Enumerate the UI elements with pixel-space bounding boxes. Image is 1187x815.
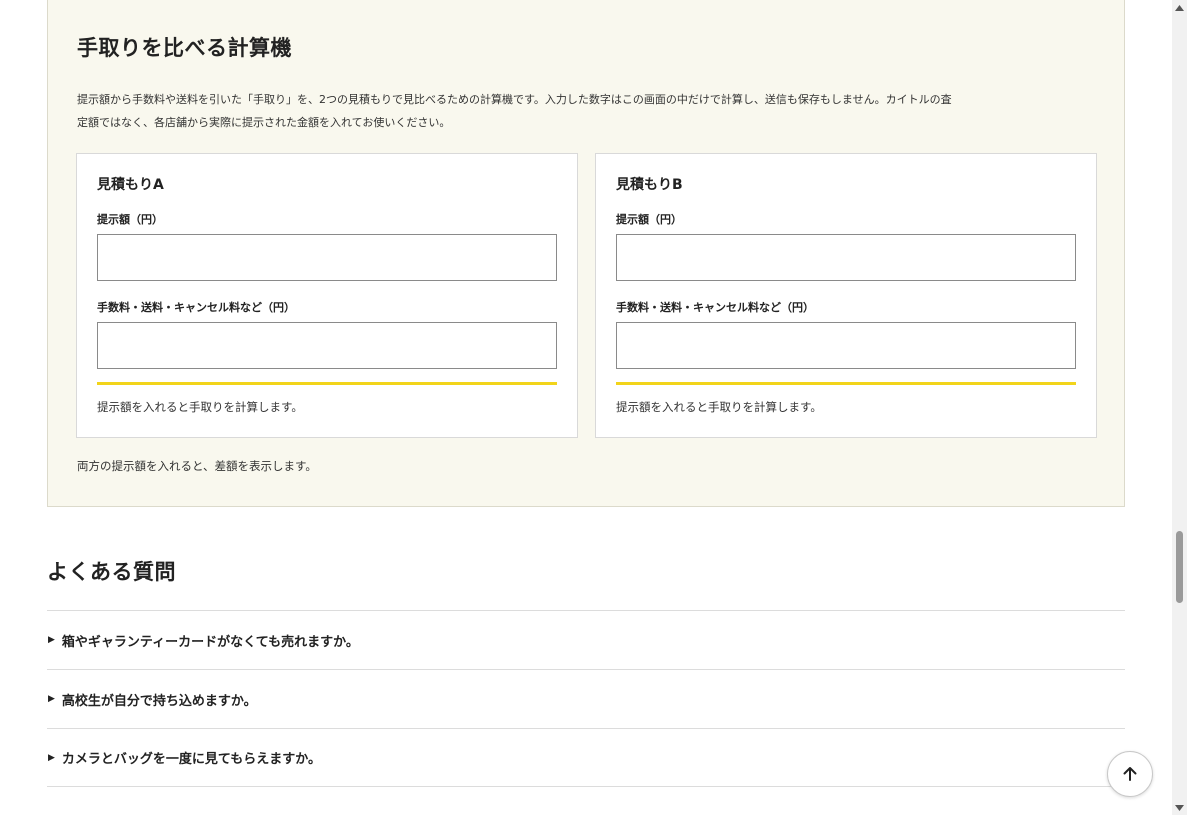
estimate-a-fee-label: 手数料・送料・キャンセル料など（円） <box>97 301 295 314</box>
triangle-right-icon: ▶ <box>48 694 55 704</box>
scroll-up-arrow-icon[interactable] <box>1172 0 1187 15</box>
estimate-a-accent-bar <box>97 382 557 385</box>
estimate-b-offer-label: 提示額（円） <box>616 213 682 226</box>
arrow-up-icon <box>1123 767 1137 781</box>
estimate-a-offer-label: 提示額（円） <box>97 213 163 226</box>
faq-title: よくある質問 <box>47 560 176 584</box>
difference-note: 両方の提示額を入れると、差額を表示します。 <box>77 459 317 473</box>
calculator-title: 手取りを比べる計算機 <box>77 36 292 60</box>
page: 手取りを比べる計算機 提示額から手数料や送料を引いた「手取り」を、2つの見積もり… <box>0 0 1187 815</box>
estimate-a-fee-input[interactable] <box>97 322 557 369</box>
estimate-a-result: 提示額を入れると手取りを計算します。 <box>97 400 303 414</box>
calculator-description: 提示額から手数料や送料を引いた「手取り」を、2つの見積もりで見比べるための計算機… <box>77 93 952 129</box>
triangle-right-icon: ▶ <box>48 752 55 763</box>
faq-item[interactable]: ▶ 箱やギャランティーカードがなくても売れますか。 <box>47 610 1125 669</box>
triangle-right-icon: ▶ <box>48 635 55 645</box>
faq-item[interactable]: ▶ カメラとバッグを一度に見てもらえますか。 <box>47 728 1125 787</box>
faq-question: 箱やギャランティーカードがなくても売れますか。 <box>61 634 359 650</box>
estimate-b-fee-label: 手数料・送料・キャンセル料など（円） <box>616 301 814 314</box>
estimate-a-title: 見積もりA <box>97 177 164 193</box>
scrollbar[interactable] <box>1172 0 1187 815</box>
faq-item[interactable]: ▶ 高校生が自分で持ち込めますか。 <box>47 669 1125 728</box>
back-to-top-button[interactable] <box>1107 751 1153 797</box>
estimate-a-offer-input[interactable] <box>97 234 557 281</box>
scroll-down-arrow-icon[interactable] <box>1172 800 1187 815</box>
estimate-b-accent-bar <box>616 382 1076 385</box>
faq-list: ▶ 箱やギャランティーカードがなくても売れますか。 ▶ 高校生が自分で持ち込めま… <box>47 610 1125 787</box>
scrollbar-thumb[interactable] <box>1176 531 1183 603</box>
estimate-b-offer-input[interactable] <box>616 234 1076 281</box>
faq-question: カメラとバッグを一度に見てもらえますか。 <box>61 752 322 767</box>
estimate-card-b: 見積もりB 提示額（円） 手数料・送料・キャンセル料など（円） 提示額を入れると… <box>595 153 1097 438</box>
estimate-b-result: 提示額を入れると手取りを計算します。 <box>616 400 822 414</box>
calculator-panel: 手取りを比べる計算機 提示額から手数料や送料を引いた「手取り」を、2つの見積もり… <box>47 0 1125 507</box>
estimate-b-title: 見積もりB <box>616 177 683 193</box>
estimate-b-fee-input[interactable] <box>616 322 1076 369</box>
estimate-card-a: 見積もりA 提示額（円） 手数料・送料・キャンセル料など（円） 提示額を入れると… <box>76 153 578 438</box>
faq-question: 高校生が自分で持ち込めますか。 <box>61 693 257 709</box>
